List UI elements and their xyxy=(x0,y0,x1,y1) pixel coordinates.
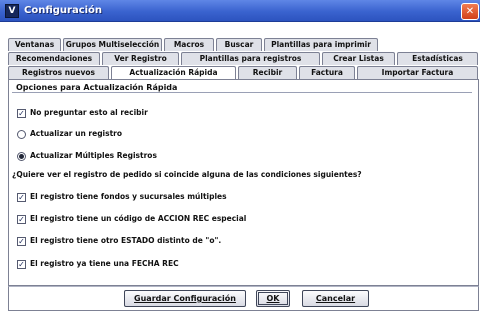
checkbox-otro-estado[interactable]: ✓ xyxy=(17,236,26,246)
save-configuration-label: Guardar Configuración xyxy=(134,294,236,303)
condition-fecha-rec[interactable]: ✓ El registro ya tiene una FECHA REC xyxy=(17,258,179,270)
condition-fondos-sucursales[interactable]: ✓ El registro tiene fondos y sucursales m… xyxy=(17,191,227,203)
cancel-button[interactable]: Cancelar xyxy=(302,290,369,307)
conditions-question: ¿Quiere ver el registro de pedido si coi… xyxy=(12,170,362,179)
configuration-dialog: V Configuración ✕ Ventanas Grupos Multis… xyxy=(0,0,480,311)
option-label: Actualizar Múltiples Registros xyxy=(30,151,157,160)
tab-macros[interactable]: Macros xyxy=(164,38,214,51)
checkbox-fondos-sucursales[interactable]: ✓ xyxy=(17,192,26,202)
option-label: Actualizar un registro xyxy=(30,129,123,138)
tab-estadisticas[interactable]: Estadísticas xyxy=(397,52,478,65)
option-actualizar-un-registro[interactable]: Actualizar un registro xyxy=(17,128,122,140)
condition-label: El registro tiene otro ESTADO distinto d… xyxy=(30,236,222,245)
ok-button[interactable]: OK xyxy=(256,290,290,307)
ok-label: OK xyxy=(266,294,280,303)
tab-grupos-multiseleccion[interactable]: Grupos Multiselección xyxy=(63,38,162,51)
tab-actualizacion-rapida[interactable]: Actualización Rápida xyxy=(111,66,236,80)
condition-label: El registro tiene fondos y sucursales mú… xyxy=(30,192,227,201)
tab-recomendaciones[interactable]: Recomendaciones xyxy=(8,52,100,65)
tab-plantillas-imprimir[interactable]: Plantillas para imprimir xyxy=(264,38,378,51)
close-icon: ✕ xyxy=(465,6,475,17)
app-icon: V xyxy=(5,4,19,18)
option-no-preguntar[interactable]: ✓ No preguntar esto al recibir xyxy=(17,107,148,119)
tab-factura[interactable]: Factura xyxy=(299,66,355,79)
close-button[interactable]: ✕ xyxy=(461,3,479,20)
condition-accion-rec[interactable]: ✓ El registro tiene un código de ACCION R… xyxy=(17,213,246,225)
option-actualizar-multiples[interactable]: Actualizar Múltiples Registros xyxy=(17,150,157,162)
condition-otro-estado[interactable]: ✓ El registro tiene otro ESTADO distinto … xyxy=(17,235,221,247)
tab-plantillas-registros[interactable]: Plantillas para registros xyxy=(181,52,320,65)
option-label: No preguntar esto al recibir xyxy=(30,108,148,117)
condition-label: El registro ya tiene una FECHA REC xyxy=(30,259,179,268)
group-divider xyxy=(12,92,472,93)
checkbox-accion-rec[interactable]: ✓ xyxy=(17,214,26,224)
tab-ver-registro[interactable]: Ver Registro xyxy=(102,52,179,65)
radio-actualizar-un-registro[interactable] xyxy=(17,129,26,139)
tab-ventanas[interactable]: Ventanas xyxy=(8,38,61,51)
checkbox-no-preguntar[interactable]: ✓ xyxy=(17,108,26,118)
tab-crear-listas[interactable]: Crear Listas xyxy=(322,52,395,65)
tab-recibir[interactable]: Recibir xyxy=(238,66,297,79)
tab-row-3: Registros nuevos Actualización Rápida Re… xyxy=(8,66,478,80)
cancel-label: Cancelar xyxy=(315,294,356,303)
checkbox-fecha-rec[interactable]: ✓ xyxy=(17,259,26,269)
title-bar[interactable]: V Configuración ✕ xyxy=(0,0,480,22)
tab-registros-nuevos[interactable]: Registros nuevos xyxy=(8,66,109,79)
condition-label: El registro tiene un código de ACCION RE… xyxy=(30,214,247,223)
tab-buscar[interactable]: Buscar xyxy=(216,38,262,51)
radio-actualizar-multiples[interactable] xyxy=(17,151,26,161)
tab-row-2: Recomendaciones Ver Registro Plantillas … xyxy=(8,52,478,65)
save-configuration-button[interactable]: Guardar Configuración xyxy=(124,290,246,307)
group-title: Opciones para Actualización Rápida xyxy=(16,83,178,92)
tab-row-1: Ventanas Grupos Multiselección Macros Bu… xyxy=(8,38,478,51)
tab-importar-factura[interactable]: Importar Factura xyxy=(357,66,478,79)
window-title: Configuración xyxy=(24,5,103,16)
